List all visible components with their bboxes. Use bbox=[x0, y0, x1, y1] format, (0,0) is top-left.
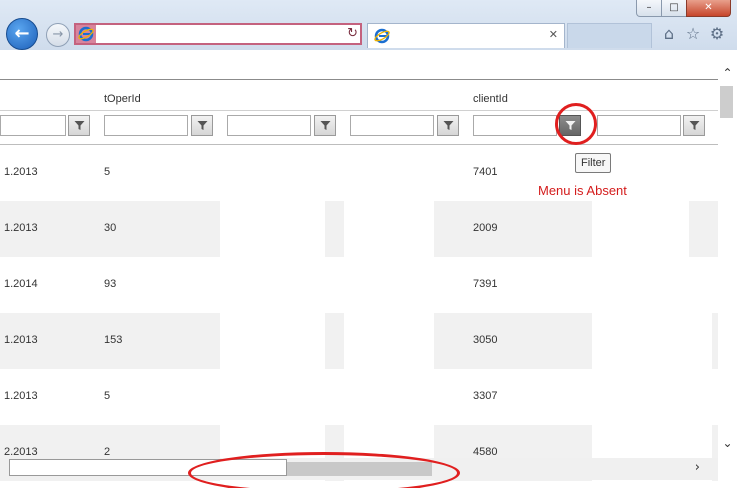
redacted-cell bbox=[592, 201, 689, 257]
maximize-button[interactable]: □ bbox=[661, 0, 687, 17]
table-row[interactable]: 1.2014 93 7391 bbox=[0, 257, 718, 313]
gear-icon[interactable]: ⚙ bbox=[708, 25, 726, 43]
annotation-text: Menu is Absent bbox=[538, 183, 627, 198]
cell-date: 1.2013 bbox=[4, 390, 38, 402]
cell-date: 1.2013 bbox=[4, 222, 38, 234]
tab-close-icon[interactable]: ✕ bbox=[549, 28, 558, 41]
redacted-cell bbox=[220, 313, 325, 369]
redacted-cell bbox=[220, 201, 325, 257]
header-divider bbox=[0, 110, 718, 111]
cell-clientid: 4580 bbox=[473, 446, 498, 458]
home-icon[interactable]: ⌂ bbox=[660, 25, 678, 43]
filter-input-clientid[interactable] bbox=[473, 115, 557, 136]
filter-input-col6[interactable] bbox=[597, 115, 681, 136]
cell-clientid: 3307 bbox=[473, 390, 498, 402]
table-row[interactable]: 1.2013 30 2009 bbox=[0, 201, 718, 257]
filter-icon bbox=[197, 121, 208, 130]
filter-tooltip: Filter bbox=[575, 153, 612, 173]
cell-clientid: 7401 bbox=[473, 166, 498, 178]
vertical-scroll-thumb[interactable] bbox=[720, 86, 733, 118]
redacted-cell bbox=[344, 201, 434, 257]
filter-button-col4[interactable] bbox=[437, 115, 459, 136]
cell-toperid: 5 bbox=[104, 166, 111, 178]
back-icon: ← bbox=[14, 23, 30, 44]
filter-button-toperid[interactable] bbox=[191, 115, 213, 136]
cell-date: 1.2014 bbox=[4, 278, 38, 290]
filter-button-date[interactable] bbox=[68, 115, 90, 136]
filter-icon bbox=[320, 121, 331, 130]
filter-button-col3[interactable] bbox=[314, 115, 336, 136]
vertical-scrollbar[interactable]: ⌃ ⌄ bbox=[718, 60, 737, 458]
cell-toperid: 2 bbox=[104, 446, 111, 458]
browser-tab[interactable]: ✕ bbox=[367, 23, 565, 48]
filter-button-col6[interactable] bbox=[683, 115, 705, 136]
minimize-button[interactable]: – bbox=[636, 0, 662, 17]
table-row[interactable]: 1.2013 153 3050 bbox=[0, 313, 718, 369]
refresh-icon[interactable]: ↻ bbox=[347, 25, 358, 43]
star-icon[interactable]: ☆ bbox=[684, 25, 702, 43]
new-tab-button[interactable] bbox=[567, 23, 652, 48]
redacted-cell bbox=[344, 313, 434, 369]
close-window-button[interactable]: ✕ bbox=[686, 0, 731, 17]
filter-input-col4[interactable] bbox=[350, 115, 434, 136]
scroll-down-icon[interactable]: ⌄ bbox=[718, 436, 737, 450]
forward-icon: → bbox=[52, 27, 64, 42]
filter-input-toperid[interactable] bbox=[104, 115, 188, 136]
highlight-circle-scrollbar bbox=[188, 452, 460, 488]
cell-clientid: 3050 bbox=[473, 334, 498, 346]
column-header-clientid[interactable]: clientId bbox=[473, 93, 508, 105]
cell-toperid: 30 bbox=[104, 222, 117, 234]
table-row[interactable]: 1.2013 5 3307 bbox=[0, 369, 718, 425]
cell-toperid: 93 bbox=[104, 278, 117, 290]
filter-icon bbox=[443, 121, 454, 130]
cell-date: 1.2013 bbox=[4, 166, 38, 178]
ie-favicon bbox=[374, 28, 390, 44]
column-header-toperid[interactable]: tOperId bbox=[104, 93, 141, 105]
filter-icon bbox=[689, 121, 700, 130]
page-content: tOperId clientId 1.2013 5 7401 1.2013 30… bbox=[0, 50, 737, 488]
ie-favicon bbox=[78, 26, 94, 42]
cell-date: 1.2013 bbox=[4, 334, 38, 346]
redacted-cell bbox=[592, 313, 712, 369]
filter-input-col3[interactable] bbox=[227, 115, 311, 136]
filter-icon bbox=[74, 121, 85, 130]
filter-input-date[interactable] bbox=[0, 115, 66, 136]
scroll-up-icon[interactable]: ⌃ bbox=[718, 66, 737, 80]
cell-date: 2.2013 bbox=[4, 446, 38, 458]
cell-toperid: 5 bbox=[104, 390, 111, 402]
highlight-circle-filter bbox=[555, 103, 597, 145]
cell-clientid: 2009 bbox=[473, 222, 498, 234]
scroll-right-icon[interactable]: › bbox=[695, 460, 700, 475]
address-bar[interactable]: ↻ bbox=[74, 23, 362, 45]
forward-button[interactable]: → bbox=[46, 23, 70, 47]
cell-toperid: 153 bbox=[104, 334, 123, 346]
back-button[interactable]: ← bbox=[6, 18, 38, 50]
cell-clientid: 7391 bbox=[473, 278, 498, 290]
browser-toolbar: – □ ✕ ← → ↻ ✕ ⌂ ☆ ⚙ bbox=[0, 0, 737, 51]
grid-top-border bbox=[0, 79, 718, 80]
